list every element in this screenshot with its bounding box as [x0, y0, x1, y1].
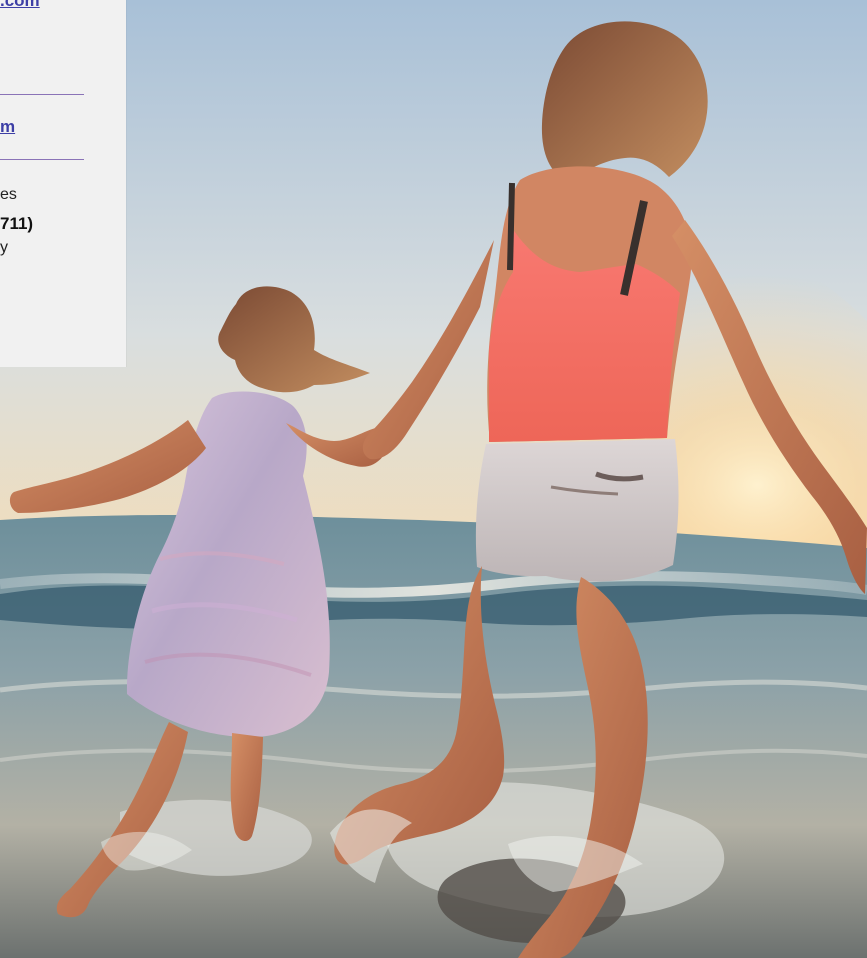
phone-number-text: 711) [0, 214, 34, 233]
beach-photo [0, 0, 867, 958]
page-root: .com m es 711) y [0, 0, 867, 958]
contact-info-card: .com m es 711) y [0, 0, 126, 367]
card-text-line-1: es [0, 186, 17, 203]
card-divider-bottom [0, 159, 84, 160]
email-link[interactable]: .com [0, 0, 40, 11]
card-text-line-3: y [0, 239, 8, 256]
card-divider-top [0, 94, 84, 95]
website-link[interactable]: m [0, 117, 15, 137]
